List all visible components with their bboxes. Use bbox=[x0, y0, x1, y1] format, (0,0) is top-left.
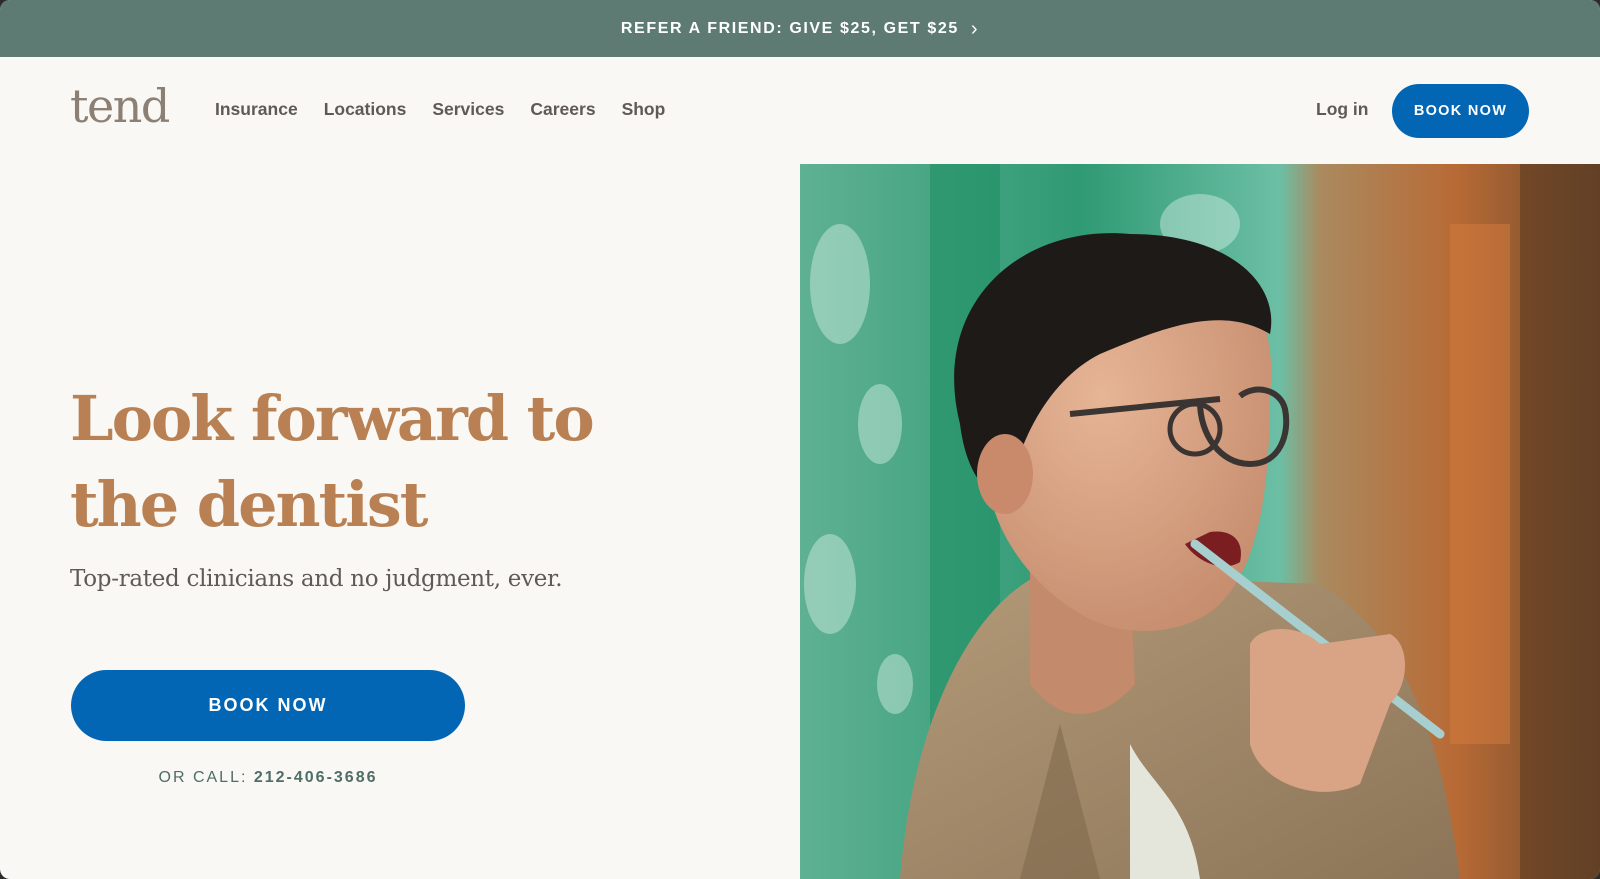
main-nav: Insurance Locations Services Careers Sho… bbox=[215, 99, 665, 120]
nav-insurance[interactable]: Insurance bbox=[215, 99, 298, 120]
hero-photo bbox=[800, 164, 1600, 879]
login-link[interactable]: Log in bbox=[1316, 99, 1368, 120]
refer-friend-text: REFER A FRIEND: GIVE $25, GET $25 bbox=[620, 19, 959, 37]
page: REFER A FRIEND: GIVE $25, GET $25 › tend… bbox=[0, 0, 1600, 879]
call-line: OR CALL: 212-406-3686 bbox=[71, 769, 465, 787]
man-brushing-teeth-illustration bbox=[800, 164, 1600, 879]
hero-subheadline: Top-rated clinicians and no judgment, ev… bbox=[70, 566, 563, 592]
site-header: tend Insurance Locations Services Career… bbox=[0, 57, 1600, 164]
nav-locations[interactable]: Locations bbox=[324, 99, 407, 120]
nav-services[interactable]: Services bbox=[432, 99, 504, 120]
headline-line-2: the dentist bbox=[70, 468, 428, 541]
phone-number-link[interactable]: 212-406-3686 bbox=[254, 769, 378, 786]
chevron-right-icon: › bbox=[970, 17, 980, 40]
tend-logo[interactable]: tend bbox=[70, 83, 170, 129]
hero-headline: Look forward to the dentist bbox=[70, 376, 595, 548]
nav-shop[interactable]: Shop bbox=[622, 99, 666, 120]
call-prefix: OR CALL: bbox=[158, 769, 254, 786]
headline-line-1: Look forward to bbox=[70, 382, 595, 455]
header-book-now-button[interactable]: BOOK NOW bbox=[1392, 84, 1529, 138]
refer-friend-banner[interactable]: REFER A FRIEND: GIVE $25, GET $25 › bbox=[0, 0, 1600, 57]
nav-careers[interactable]: Careers bbox=[530, 99, 595, 120]
hero-book-now-button[interactable]: BOOK NOW bbox=[71, 670, 465, 741]
